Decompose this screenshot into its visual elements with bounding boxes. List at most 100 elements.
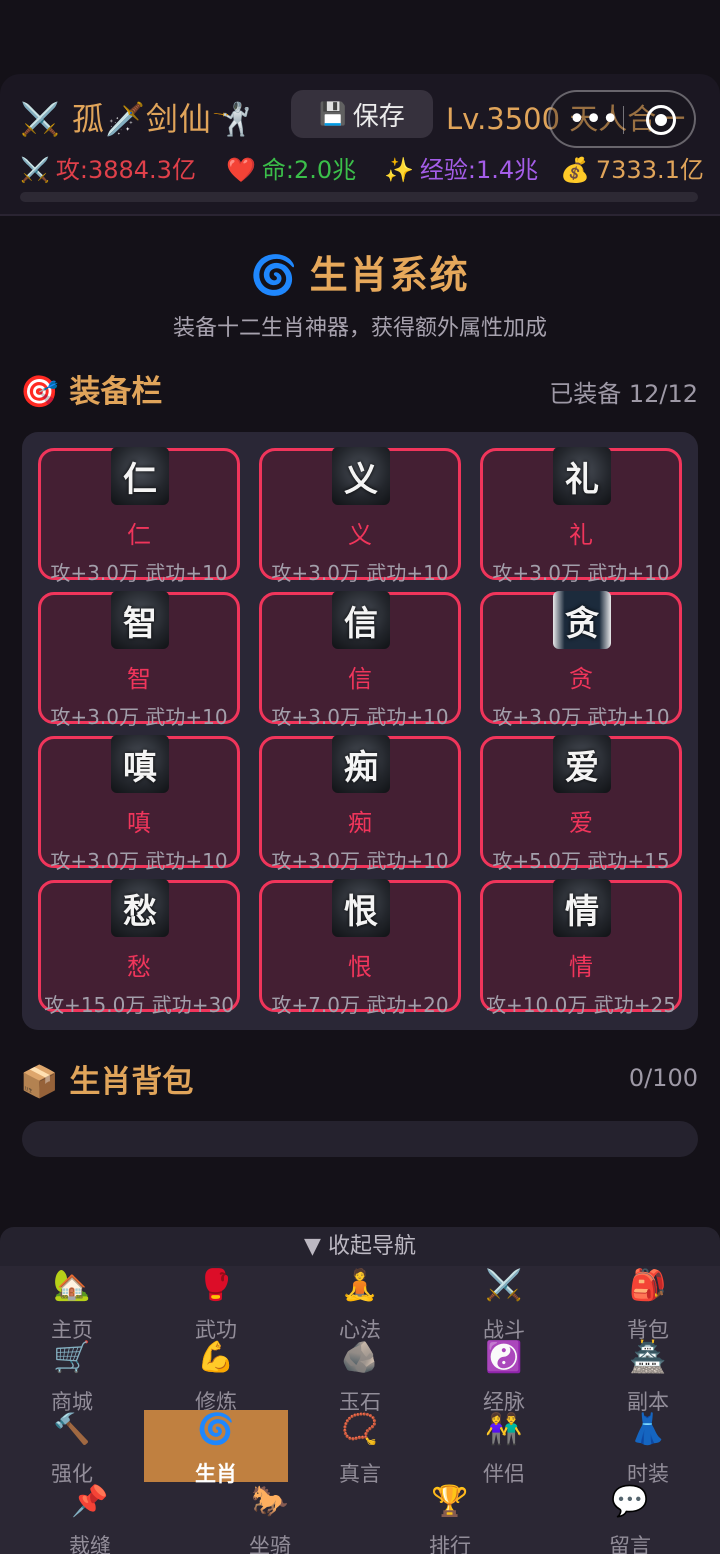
life-stat: ❤️ 命:2.0兆 [226, 150, 356, 185]
zodiac-item-image: 礼 [553, 447, 611, 505]
crossed-swords-icon: ⚔️ [20, 156, 50, 184]
equip-title-text: 装备栏 [69, 374, 163, 410]
equip-slot[interactable]: 智 智 攻+3.0万 武功+10 [38, 591, 240, 729]
zodiac-item-name: 爱 [569, 809, 593, 837]
page-subtitle: 装备十二生肖神器，获得额外属性加成 [172, 316, 547, 341]
yin-yang-icon: ☯️ [485, 1340, 523, 1375]
equip-slot[interactable]: 义 义 攻+3.0万 武功+10 [259, 447, 461, 585]
nav-item-martial-arts[interactable]: 🥊 武功 [144, 1266, 288, 1342]
horse-icon: 🐎 [251, 1484, 289, 1519]
close-miniprogram-icon[interactable] [646, 105, 676, 135]
nav-item-mount[interactable]: 🐎 坐骑 [198, 1482, 342, 1554]
house-icon: 🏡 [53, 1268, 91, 1303]
nav-item-mantra[interactable]: 📿 真言 [288, 1410, 432, 1486]
shopping-cart-icon: 🛒 [53, 1340, 91, 1375]
zodiac-item-stats: 攻+3.0万 武功+10 [492, 561, 670, 585]
nav-item-fashion[interactable]: 👗 时装 [576, 1410, 720, 1486]
nav-item-shop[interactable]: 🛒 商城 [0, 1338, 144, 1414]
flexed-biceps-icon: 💪 [197, 1340, 235, 1375]
equip-slot[interactable]: 恨 恨 攻+7.0万 武功+20 [259, 879, 461, 1017]
page-title-text: 生肖系统 [309, 253, 470, 297]
zodiac-item-name: 礼 [569, 521, 593, 549]
zodiac-item-name: 情 [569, 953, 593, 981]
nav-item-meridians[interactable]: ☯️ 经脉 [432, 1338, 576, 1414]
nav-item-training[interactable]: 💪 修炼 [144, 1338, 288, 1414]
zodiac-item-image: 嗔 [111, 735, 169, 793]
life-value: 命:2.0兆 [261, 156, 357, 184]
nav-item-partner[interactable]: 👫 伴侣 [432, 1410, 576, 1486]
couple-icon: 👫 [485, 1412, 523, 1447]
nav-label: 坐骑 [249, 1534, 291, 1554]
zodiac-item-image: 痴 [332, 735, 390, 793]
nav-item-ranking[interactable]: 🏆 排行 [378, 1482, 522, 1554]
swirl-icon: 🌀 [197, 1412, 235, 1447]
equip-slot[interactable]: 嗔 嗔 攻+3.0万 武功+10 [38, 735, 240, 873]
zodiac-item-image: 仁 [111, 447, 169, 505]
zodiac-item-name: 智 [127, 665, 151, 693]
meditation-icon: 🧘 [341, 1268, 379, 1303]
save-button[interactable]: 💾 保存 [291, 90, 433, 138]
nav-item-enhance[interactable]: 🔨 强化 [0, 1410, 144, 1486]
crossed-swords-icon: ⚔️ [485, 1268, 523, 1303]
zodiac-item-name: 痴 [348, 809, 372, 837]
zodiac-item-image: 信 [332, 591, 390, 649]
boxing-glove-icon: 🥊 [197, 1268, 235, 1303]
nav-item-backpack[interactable]: 🎒 背包 [576, 1266, 720, 1342]
zodiac-item-stats: 攻+3.0万 武功+10 [50, 849, 228, 873]
equip-slot[interactable]: 礼 礼 攻+3.0万 武功+10 [480, 447, 682, 585]
exp-progress-bar [20, 192, 698, 202]
collapse-nav-button[interactable]: ▼ 收起导航 [0, 1227, 720, 1267]
zodiac-item-name: 愁 [127, 953, 151, 981]
zodiac-item-image: 义 [332, 447, 390, 505]
equip-slot[interactable]: 痴 痴 攻+3.0万 武功+10 [259, 735, 461, 873]
bottom-nav: 🏡 主页 🥊 武功 🧘 心法 ⚔️ 战斗 🎒 背包 🛒 商城 💪 修炼 🪨 玉石… [0, 1266, 720, 1554]
nav-item-dungeon[interactable]: 🏯 副本 [576, 1338, 720, 1414]
nav-item-battle[interactable]: ⚔️ 战斗 [432, 1266, 576, 1342]
equip-slot[interactable]: 爱 爱 攻+5.0万 武功+15 [480, 735, 682, 873]
capsule-divider [623, 106, 624, 134]
money-bag-icon: 💰 [560, 156, 590, 184]
zodiac-item-image: 爱 [553, 735, 611, 793]
zodiac-item-image: 愁 [111, 879, 169, 937]
zodiac-item-stats: 攻+10.0万 武功+25 [486, 993, 676, 1017]
equip-slot[interactable]: 仁 仁 攻+3.0万 武功+10 [38, 447, 240, 585]
backpack-icon: 🎒 [629, 1268, 667, 1303]
player-name: ⚔️ 孤🗡️剑仙🤺 [20, 100, 253, 138]
heart-icon: ❤️ [226, 156, 256, 184]
equip-slot[interactable]: 愁 愁 攻+15.0万 武功+30 [38, 879, 240, 1017]
zodiac-item-name: 嗔 [127, 809, 151, 837]
nav-item-mind-method[interactable]: 🧘 心法 [288, 1266, 432, 1342]
pushpin-icon: 📌 [71, 1484, 109, 1519]
equip-count: 已装备 12/12 [549, 380, 698, 408]
zodiac-item-stats: 攻+15.0万 武功+30 [44, 993, 234, 1017]
dress-icon: 👗 [629, 1412, 667, 1447]
equip-slot[interactable]: 信 信 攻+3.0万 武功+10 [259, 591, 461, 729]
nav-item-jade[interactable]: 🪨 玉石 [288, 1338, 432, 1414]
equip-section-title: 🎯 装备栏 [20, 366, 162, 411]
trophy-icon: 🏆 [431, 1484, 469, 1519]
equipment-panel: 仁 仁 攻+3.0万 武功+10 义 义 攻+3.0万 武功+10 礼 礼 攻+… [22, 432, 698, 1030]
castle-icon: 🏯 [629, 1340, 667, 1375]
save-label: 保存 [352, 101, 405, 132]
zodiac-item-stats: 攻+3.0万 武功+10 [50, 561, 228, 585]
nav-item-tailor[interactable]: 📌 裁缝 [18, 1482, 162, 1554]
player-header: ⚔️ 孤🗡️剑仙🤺 💾 保存 Lv.3500 天人合一 ••• ⚔️ 攻:3884… [0, 74, 720, 216]
nav-item-home[interactable]: 🏡 主页 [0, 1266, 144, 1342]
nav-label: 留言 [609, 1534, 651, 1554]
zodiac-item-stats: 攻+3.0万 武功+10 [271, 849, 449, 873]
more-options-icon[interactable]: ••• [568, 102, 619, 137]
attack-value: 攻:3884.3亿 [55, 156, 196, 184]
package-icon: 📦 [20, 1064, 59, 1100]
equip-slot[interactable]: 贪 贪 攻+3.0万 武功+10 [480, 591, 682, 729]
zodiac-item-image: 情 [553, 879, 611, 937]
attack-stat: ⚔️ 攻:3884.3亿 [20, 150, 196, 185]
equip-slot[interactable]: 情 情 攻+10.0万 武功+25 [480, 879, 682, 1017]
nav-item-messages[interactable]: 💬 留言 [558, 1482, 702, 1554]
money-stat: 💰 7333.1亿 [560, 150, 704, 185]
page-title: 🌀 生肖系统 [0, 244, 720, 299]
nav-item-zodiac[interactable]: 🌀 生肖 [144, 1410, 288, 1486]
bag-count: 0/100 [628, 1064, 698, 1092]
zodiac-item-stats: 攻+3.0万 武功+10 [50, 705, 228, 729]
miniprogram-capsule: ••• [548, 90, 696, 148]
rock-icon: 🪨 [341, 1340, 379, 1375]
